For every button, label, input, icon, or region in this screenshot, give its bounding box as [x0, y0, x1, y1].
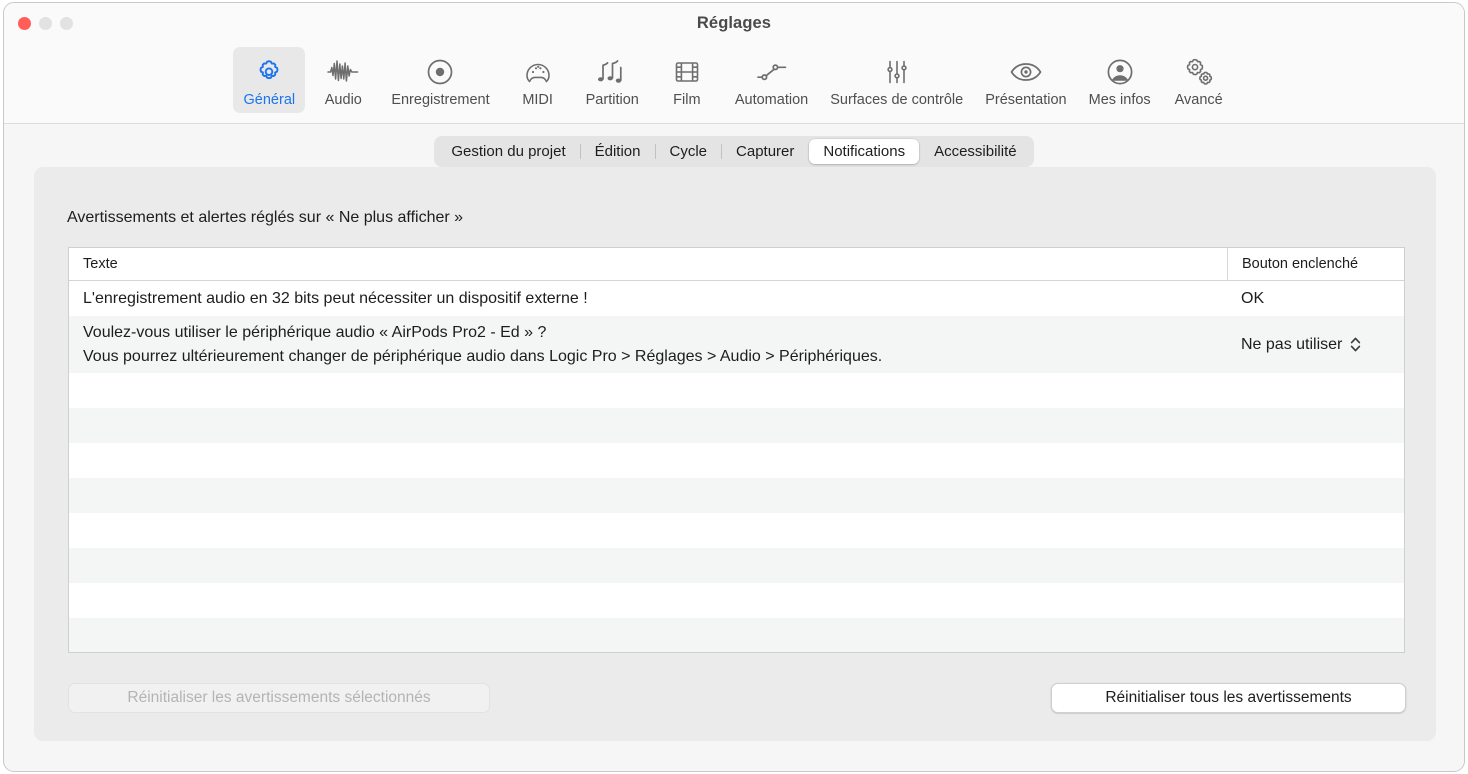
- table-row[interactable]: [69, 548, 1404, 583]
- settings-toolbar: Général Audio Enregistrement MIDI Partit…: [4, 46, 1464, 124]
- table-header-row: Texte Bouton enclenché: [69, 248, 1404, 281]
- reset-selected-warnings-button[interactable]: Réinitialiser les avertissements sélecti…: [68, 683, 490, 713]
- settings-tabstrip: Gestion du projet Édition Cycle Capturer…: [434, 135, 1034, 167]
- toolbar-item-midi[interactable]: MIDI: [502, 47, 574, 113]
- toolbar-item-label: Présentation: [985, 92, 1067, 108]
- user-circle-icon: [1105, 56, 1135, 87]
- toolbar-item-presentation[interactable]: Présentation: [975, 47, 1076, 113]
- table-row[interactable]: [69, 373, 1404, 408]
- tab-label: Cycle: [669, 142, 708, 160]
- warnings-table: Texte Bouton enclenché L'enregistrement …: [68, 247, 1405, 653]
- waveform-icon: [326, 56, 360, 87]
- toolbar-item-general[interactable]: Général: [233, 47, 306, 113]
- toolbar-item-label: Mes infos: [1088, 92, 1151, 108]
- window-title: Réglages: [696, 14, 772, 32]
- toolbar-item-avance[interactable]: Avancé: [1163, 47, 1235, 113]
- eye-icon: [1009, 56, 1043, 87]
- settings-window: Réglages Général Audio Enregistrement MI…: [3, 2, 1465, 772]
- tab-notifications[interactable]: Notifications: [809, 138, 920, 164]
- toolbar-item-audio[interactable]: Audio: [307, 47, 379, 113]
- tab-label: Gestion du projet: [451, 142, 566, 160]
- table-row[interactable]: L'enregistrement audio en 32 bits peut n…: [69, 281, 1404, 316]
- panel-caption: Avertissements et alertes réglés sur « N…: [67, 209, 464, 226]
- table-row[interactable]: Voulez-vous utiliser le périphérique aud…: [69, 316, 1404, 373]
- sliders-icon: [883, 56, 911, 87]
- midi-plug-icon: [523, 56, 553, 87]
- music-notes-icon: [596, 56, 628, 87]
- tab-label: Accessibilité: [934, 142, 1017, 160]
- toolbar-item-label: Surfaces de contrôle: [830, 92, 964, 108]
- automation-node-icon: [755, 56, 789, 87]
- toolbar-item-label: Général: [243, 92, 296, 108]
- row-text-line: Voulez-vous utiliser le périphérique aud…: [83, 323, 547, 341]
- record-circle-icon: [425, 56, 455, 87]
- toolbar-item-label: Film: [673, 92, 701, 108]
- gear-icon: [255, 56, 283, 87]
- table-row[interactable]: [69, 478, 1404, 513]
- chevron-up-down-icon: [1350, 336, 1361, 353]
- toolbar-item-label: Avancé: [1174, 92, 1223, 108]
- double-gear-icon: [1183, 56, 1215, 87]
- tab-capturer[interactable]: Capturer: [722, 139, 808, 164]
- column-header-bouton-enclenche[interactable]: Bouton enclenché: [1227, 248, 1404, 280]
- tab-gestion-du-projet[interactable]: Gestion du projet: [437, 139, 579, 164]
- toolbar-item-film[interactable]: Film: [651, 47, 723, 113]
- toolbar-item-mes-infos[interactable]: Mes infos: [1079, 47, 1161, 113]
- tab-label: Édition: [594, 142, 641, 160]
- tab-edition[interactable]: Édition: [581, 139, 655, 164]
- toolbar-item-partition[interactable]: Partition: [576, 47, 649, 113]
- notifications-panel: Avertissements et alertes réglés sur « N…: [34, 167, 1436, 741]
- table-row[interactable]: [69, 443, 1404, 478]
- toolbar-item-label: Automation: [734, 92, 809, 108]
- toolbar-item-label: MIDI: [522, 92, 553, 108]
- row-text-line: Vous pourrez ultérieurement changer de p…: [83, 347, 883, 365]
- row-button-value: OK: [1241, 289, 1265, 307]
- table-row[interactable]: [69, 408, 1404, 443]
- film-strip-icon: [673, 56, 701, 87]
- reset-all-warnings-button[interactable]: Réinitialiser tous les avertissements: [1051, 683, 1406, 713]
- table-row[interactable]: [69, 513, 1404, 548]
- toolbar-item-label: Audio: [324, 92, 362, 108]
- tab-accessibilite[interactable]: Accessibilité: [920, 139, 1031, 164]
- row-button-cell[interactable]: OK: [1227, 290, 1404, 308]
- table-row[interactable]: [69, 583, 1404, 618]
- tab-label: Capturer: [736, 142, 795, 160]
- window-titlebar: Réglages: [4, 3, 1464, 46]
- table-body: L'enregistrement audio en 32 bits peut n…: [69, 281, 1404, 652]
- column-header-texte[interactable]: Texte: [69, 248, 1227, 280]
- row-text-cell: L'enregistrement audio en 32 bits peut n…: [69, 287, 1227, 311]
- row-button-value: Ne pas utiliser: [1241, 335, 1343, 353]
- toolbar-item-enregistrement[interactable]: Enregistrement: [381, 47, 499, 113]
- tab-label: Notifications: [823, 142, 906, 160]
- row-text-line: L'enregistrement audio en 32 bits peut n…: [83, 289, 588, 307]
- table-row[interactable]: [69, 618, 1404, 652]
- row-button-popup[interactable]: Ne pas utiliser: [1227, 336, 1404, 354]
- button-label: Réinitialiser tous les avertissements: [1105, 689, 1352, 706]
- row-text-cell: Voulez-vous utiliser le périphérique aud…: [69, 321, 1227, 369]
- toolbar-item-automation[interactable]: Automation: [725, 47, 818, 113]
- toolbar-item-label: Partition: [585, 92, 639, 108]
- toolbar-item-label: Enregistrement: [391, 92, 490, 108]
- tab-cycle[interactable]: Cycle: [656, 139, 722, 164]
- button-label: Réinitialiser les avertissements sélecti…: [127, 689, 431, 706]
- toolbar-item-surfaces-de-controle[interactable]: Surfaces de contrôle: [820, 47, 973, 113]
